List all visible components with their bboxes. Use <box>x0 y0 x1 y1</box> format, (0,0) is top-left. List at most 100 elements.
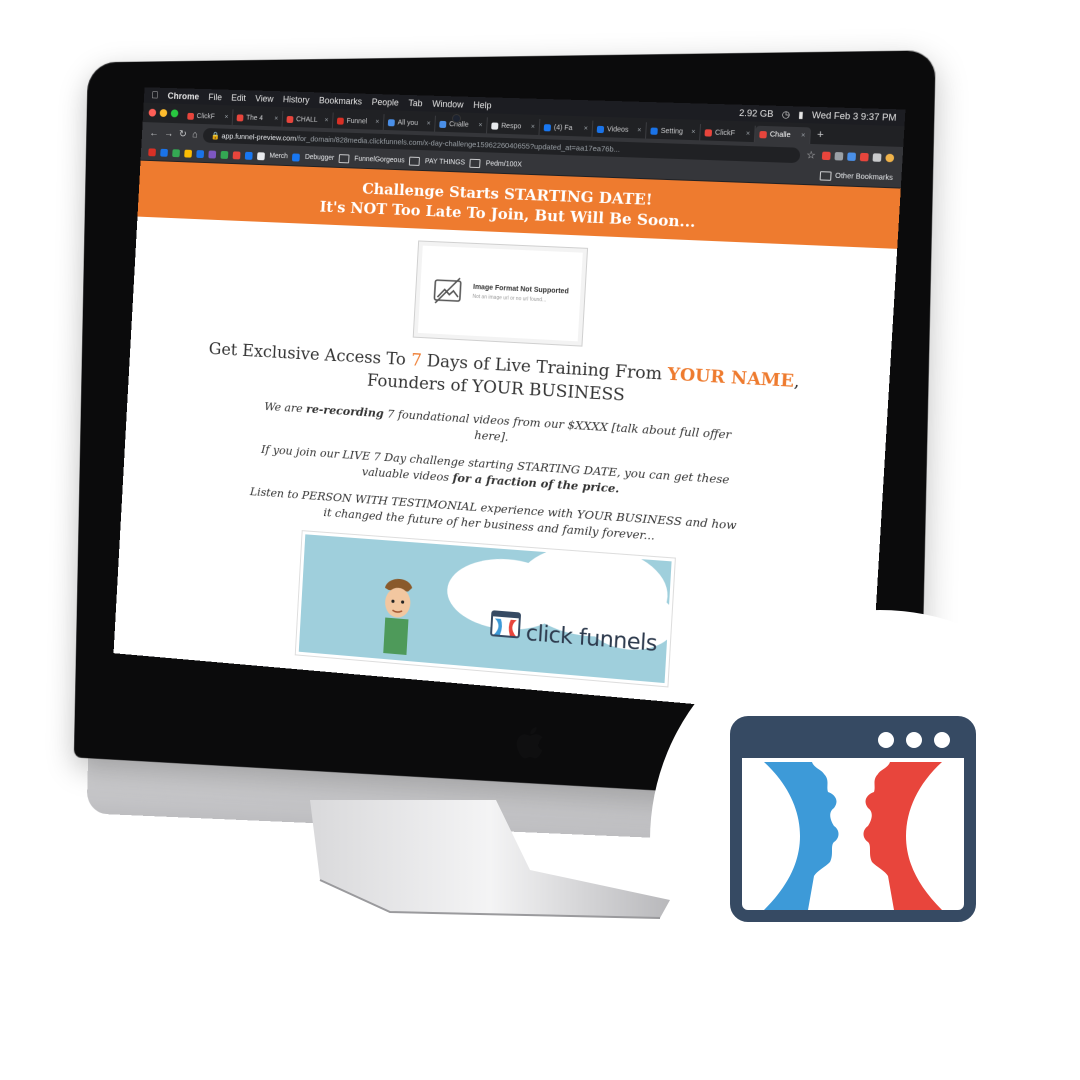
close-tab-icon[interactable]: × <box>801 132 806 139</box>
headline-comma: , <box>793 371 801 393</box>
bookmark-pay-things[interactable]: PAY THINGS <box>425 158 466 166</box>
close-tab-icon[interactable]: × <box>531 123 535 130</box>
close-tab-icon[interactable]: × <box>224 114 228 121</box>
bookmark-gmail-icon[interactable] <box>148 147 156 156</box>
bookmark-icon[interactable] <box>184 149 193 158</box>
facebook-icon[interactable] <box>292 152 301 162</box>
browser-tab[interactable]: CHALL × <box>282 110 334 129</box>
bookmark-debugger[interactable]: Debugger <box>305 154 335 162</box>
browser-tab[interactable]: Challe × <box>754 125 812 144</box>
browser-tab[interactable]: Funnel × <box>332 112 385 130</box>
menu-app-name[interactable]: Chrome <box>167 91 199 102</box>
bookmark-icon[interactable] <box>160 148 168 157</box>
close-window-button[interactable] <box>148 108 157 117</box>
tab-favicon-icon <box>439 120 447 128</box>
star-icon[interactable]: ☆ <box>806 150 816 162</box>
browser-tab[interactable]: Setting × <box>646 122 702 141</box>
testimonial-video-thumbnail[interactable]: click funnels <box>294 530 676 688</box>
menu-file[interactable]: File <box>208 92 222 102</box>
minimize-window-button[interactable] <box>159 109 168 118</box>
close-tab-icon[interactable]: × <box>426 120 430 127</box>
tab-label: Setting <box>660 127 684 136</box>
tab-label: Funnel <box>346 117 368 125</box>
menu-help[interactable]: Help <box>473 100 492 111</box>
clock[interactable]: Wed Feb 3 9:37 PM <box>812 109 897 123</box>
home-icon[interactable]: ⌂ <box>192 129 198 140</box>
bookmark-icon[interactable] <box>220 150 229 159</box>
url-host: app.funnel-preview.com <box>221 130 297 143</box>
bookmark-icon[interactable] <box>172 148 181 157</box>
tab-favicon-icon <box>336 117 344 125</box>
browser-tab[interactable]: ClickF × <box>700 124 756 143</box>
clickfunnels-logo-icon <box>730 716 976 922</box>
bookmark-merch[interactable]: Merch <box>269 153 288 161</box>
headline-your-name: YOUR NAME <box>666 364 795 392</box>
tab-favicon-icon <box>491 121 499 130</box>
bookmark-merch-icon[interactable] <box>257 151 265 160</box>
close-tab-icon[interactable]: × <box>584 125 589 132</box>
extensions-area <box>821 151 895 163</box>
close-tab-icon[interactable]: × <box>746 130 751 137</box>
puzzle-icon[interactable] <box>872 153 882 162</box>
extension-icon[interactable] <box>859 152 869 162</box>
cartoon-person-illustration <box>383 577 413 655</box>
apple-menu-icon[interactable]:  <box>151 90 158 101</box>
placeholder-subtitle: Not an image url or no url found... <box>472 293 547 304</box>
tab-favicon-icon <box>596 125 605 133</box>
menu-history[interactable]: History <box>283 94 310 105</box>
zoom-window-button[interactable] <box>170 109 179 118</box>
tab-label: Challe <box>769 130 791 139</box>
tab-label: The 4 <box>245 114 264 122</box>
folder-icon <box>819 171 832 181</box>
menu-window[interactable]: Window <box>432 99 464 110</box>
browser-tab[interactable]: Respo × <box>486 117 541 136</box>
menu-edit[interactable]: Edit <box>231 93 246 103</box>
other-bookmarks[interactable]: Other Bookmarks <box>819 171 893 183</box>
window-controls <box>148 108 179 118</box>
close-tab-icon[interactable]: × <box>274 115 278 122</box>
bookmark-icon[interactable] <box>244 151 253 160</box>
extension-icon[interactable] <box>847 152 857 161</box>
tab-favicon-icon <box>387 118 395 126</box>
paragraph-text: 7 foundational videos from our $XXXX [ta… <box>383 406 732 444</box>
close-tab-icon[interactable]: × <box>637 127 642 134</box>
back-icon[interactable]: ← <box>149 128 159 139</box>
browser-tab[interactable]: Videos × <box>592 120 647 139</box>
headline-text: Get Exclusive Access To <box>208 339 412 371</box>
browser-tab[interactable]: (4) Fa × <box>539 118 594 137</box>
menu-bookmarks[interactable]: Bookmarks <box>319 95 363 106</box>
bookmark-icon[interactable] <box>196 149 205 158</box>
wifi-icon[interactable]: ◷ <box>781 109 791 121</box>
browser-tab[interactable]: ClickF × <box>183 107 234 125</box>
extension-icon[interactable] <box>834 152 844 161</box>
close-tab-icon[interactable]: × <box>375 118 379 125</box>
close-tab-icon[interactable]: × <box>478 122 482 129</box>
tab-favicon-icon <box>236 113 244 121</box>
extension-icon[interactable] <box>821 151 831 161</box>
menu-view[interactable]: View <box>255 93 274 103</box>
bookmark-icon[interactable] <box>208 150 217 159</box>
memory-indicator[interactable]: 2.92 GB <box>739 107 774 119</box>
tab-favicon-icon <box>187 112 195 120</box>
bookmark-funnelgorgeous[interactable]: FunnelGorgeous <box>354 156 405 165</box>
forward-icon[interactable]: → <box>164 128 174 139</box>
battery-icon[interactable]: ▮ <box>798 109 804 120</box>
menu-people[interactable]: People <box>371 97 399 108</box>
browser-tab[interactable]: All you × <box>383 114 436 132</box>
menu-tab[interactable]: Tab <box>408 98 423 108</box>
browser-tab[interactable]: Challe × <box>435 115 488 134</box>
close-tab-icon[interactable]: × <box>691 128 696 135</box>
tab-label: Videos <box>606 125 629 134</box>
tab-label: (4) Fa <box>553 123 573 132</box>
tab-favicon-icon <box>759 130 767 138</box>
browser-tab[interactable]: The 4 × <box>232 109 284 127</box>
bookmark-pedm[interactable]: Pedm/100X <box>486 160 523 168</box>
new-tab-button[interactable]: + <box>817 129 824 142</box>
close-tab-icon[interactable]: × <box>324 117 328 124</box>
headline: Get Exclusive Access To 7 Days of Live T… <box>129 334 890 423</box>
tab-label: Respo <box>501 122 522 130</box>
reload-icon[interactable]: ↻ <box>179 129 187 140</box>
bookmark-icon[interactable] <box>232 150 241 159</box>
paragraph-bold: re-recording <box>305 401 385 421</box>
profile-avatar[interactable] <box>885 153 895 163</box>
